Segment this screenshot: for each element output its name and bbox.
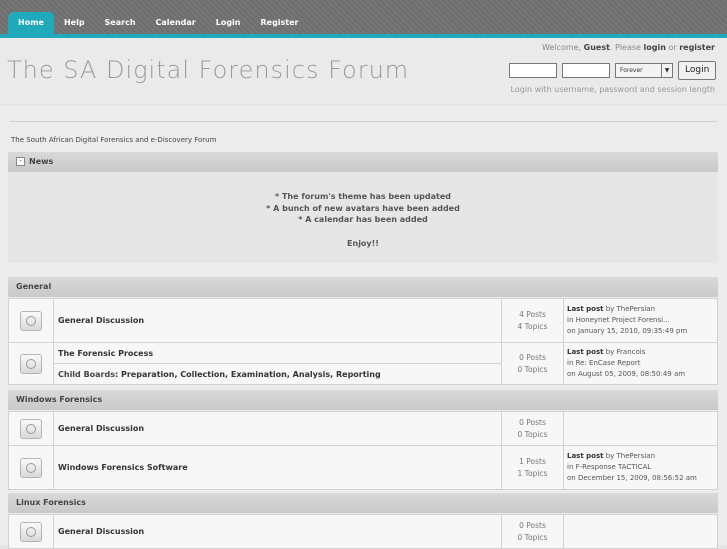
welcome-text: Welcome, Guest. Please login or register	[542, 43, 715, 52]
login-button[interactable]: Login	[678, 61, 717, 80]
last-post-author[interactable]: by Francois	[606, 348, 646, 356]
last-post: Last post by ThePersian in Honeynet Proj…	[563, 298, 718, 343]
welcome-register-link[interactable]: register	[679, 43, 715, 52]
welcome-prefix: Welcome,	[541, 43, 582, 52]
welcome-guest: Guest	[583, 43, 610, 52]
collapse-icon[interactable]: -	[16, 157, 25, 166]
nav-register[interactable]: Register	[250, 12, 308, 34]
board-stats: 0 Posts 0 Topics	[501, 514, 564, 549]
board-stats: 4 Posts 4 Topics	[501, 298, 564, 343]
news-line: Enjoy!!	[347, 238, 379, 248]
quick-login: Forever ▼ Login	[509, 61, 717, 80]
last-post	[563, 411, 718, 446]
board-name[interactable]: General Discussion	[53, 514, 502, 549]
last-post-label: Last post	[567, 452, 604, 460]
news-title: News	[29, 157, 54, 166]
board-table-windows: General Discussion 0 Posts 0 Topics Windo…	[8, 411, 718, 490]
last-post-date: on August 05, 2009, 08:50:49 am	[567, 370, 686, 378]
board-icon-cell	[8, 514, 54, 549]
topics-count: 1 Topics	[517, 468, 548, 478]
board-status-icon	[20, 521, 42, 542]
session-length-value: Forever	[620, 67, 643, 74]
last-post-author[interactable]: by ThePersian	[606, 305, 655, 313]
board-table-general: General Discussion 4 Posts 4 Topics Last …	[8, 298, 718, 385]
last-post	[563, 514, 718, 549]
last-post: Last post by Francois in Re: EnCase Repo…	[563, 342, 718, 385]
board-icon-cell	[8, 342, 54, 385]
chevron-down-icon[interactable]: ▼	[661, 64, 672, 77]
board-row: General Discussion 4 Posts 4 Topics Last …	[8, 298, 718, 343]
board-table-linux: General Discussion 0 Posts 0 Topics	[8, 514, 718, 549]
board-icon-cell	[8, 411, 54, 446]
last-post-date: on January 15, 2010, 09:35:49 pm	[567, 327, 688, 335]
nav-home[interactable]: Home	[8, 12, 54, 34]
posts-count: 4 Posts	[519, 309, 546, 319]
forum-subtitle: The South African Digital Forensics and …	[11, 136, 217, 144]
last-post-topic[interactable]: in Honeynet Project Forensi...	[567, 315, 717, 326]
last-post-label: Last post	[567, 305, 604, 313]
last-post-topic[interactable]: in Re: EnCase Report	[567, 358, 717, 369]
nav-calendar[interactable]: Calendar	[146, 12, 206, 34]
site-title[interactable]: The SA Digital Forensics Forum	[7, 56, 409, 84]
board-row: The Forensic Process 0 Posts 0 Topics Las…	[8, 342, 718, 385]
topics-count: 0 Topics	[517, 532, 548, 542]
last-post-label: Last post	[567, 348, 604, 356]
board-icon-cell	[8, 298, 54, 343]
child-boards-links[interactable]: : Preparation, Collection, Examination, …	[115, 370, 381, 379]
nav-help[interactable]: Help	[54, 12, 95, 34]
board-row: General Discussion 0 Posts 0 Topics	[8, 514, 718, 549]
news-box: * The forum's theme has been updated * A…	[8, 172, 718, 263]
category-linux-forensics[interactable]: Linux Forensics	[8, 493, 718, 513]
board-icon-cell	[8, 445, 54, 490]
last-post-date: on December 15, 2009, 08:56:52 am	[567, 474, 697, 482]
welcome-login-link[interactable]: login	[644, 43, 666, 52]
news-header: - News	[8, 152, 718, 172]
posts-count: 0 Posts	[519, 520, 546, 530]
divider	[10, 121, 717, 122]
password-input[interactable]	[562, 63, 610, 78]
board-name[interactable]: General Discussion	[53, 298, 502, 343]
board-name[interactable]: Windows Forensics Software	[53, 445, 502, 490]
board-name[interactable]: The Forensic Process	[53, 342, 502, 364]
board-row: Windows Forensics Software 1 Posts 1 Topi…	[8, 445, 718, 490]
child-boards-label: Child Boards	[58, 369, 115, 379]
news-line: * A bunch of new avatars have been added	[266, 203, 460, 213]
topics-count: 0 Topics	[517, 429, 548, 439]
board-stats: 0 Posts 0 Topics	[501, 342, 564, 385]
posts-count: 0 Posts	[519, 352, 546, 362]
nav-search[interactable]: Search	[95, 12, 146, 34]
main-nav: Home Help Search Calendar Login Register	[8, 12, 309, 34]
last-post-author[interactable]: by ThePersian	[606, 452, 655, 460]
board-status-icon	[20, 310, 42, 331]
nav-login[interactable]: Login	[206, 12, 251, 34]
session-length-select[interactable]: Forever ▼	[615, 63, 673, 78]
last-post-topic[interactable]: in F-Response TACTICAL	[567, 462, 717, 473]
board-status-icon	[20, 418, 42, 439]
news-line: * The forum's theme has been updated	[275, 192, 451, 201]
board-stats: 1 Posts 1 Topics	[501, 445, 564, 490]
board-status-icon	[20, 457, 42, 478]
board-row: General Discussion 0 Posts 0 Topics	[8, 411, 718, 446]
welcome-or: or	[668, 43, 677, 52]
login-hint: Login with username, password and sessio…	[510, 85, 716, 94]
username-input[interactable]	[509, 63, 557, 78]
topics-count: 4 Topics	[517, 321, 548, 331]
posts-count: 0 Posts	[519, 417, 546, 427]
category-windows-forensics[interactable]: Windows Forensics	[8, 390, 718, 410]
posts-count: 1 Posts	[519, 456, 546, 466]
welcome-mid: . Please	[609, 43, 641, 52]
child-boards: Child Boards: Preparation, Collection, E…	[53, 363, 502, 385]
board-stats: 0 Posts 0 Topics	[501, 411, 564, 446]
board-name[interactable]: General Discussion	[53, 411, 502, 446]
news-line: * A calendar has been added	[298, 215, 428, 224]
category-general[interactable]: General	[8, 277, 718, 297]
last-post: Last post by ThePersian in F-Response TA…	[563, 445, 718, 490]
topics-count: 0 Topics	[517, 364, 548, 374]
board-status-icon	[20, 353, 42, 374]
